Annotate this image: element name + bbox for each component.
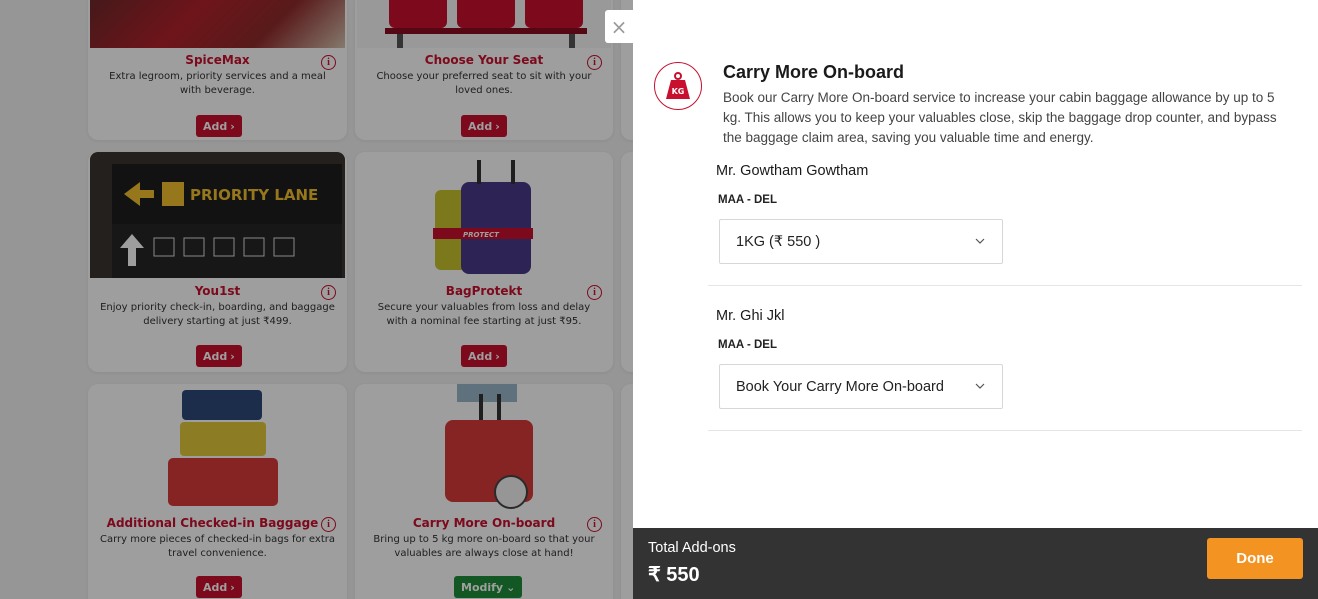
route-label: MAA - DEL bbox=[718, 194, 777, 206]
carry-more-panel: KG Carry More On-board Book our Carry Mo… bbox=[633, 0, 1318, 599]
passenger-name: Mr. Ghi Jkl bbox=[716, 308, 785, 324]
modal-backdrop[interactable] bbox=[0, 0, 633, 599]
total-addons-label: Total Add-ons bbox=[648, 540, 736, 556]
select-value: 1KG (₹ 550 ) bbox=[736, 233, 821, 250]
carry-more-select[interactable]: Book Your Carry More On-board bbox=[719, 364, 1003, 409]
divider bbox=[708, 285, 1302, 286]
done-button[interactable]: Done bbox=[1207, 538, 1303, 579]
chevron-down-icon bbox=[975, 383, 985, 389]
panel-title: Carry More On-board bbox=[723, 62, 905, 82]
chevron-down-icon bbox=[975, 238, 985, 244]
select-value: Book Your Carry More On-board bbox=[736, 378, 944, 395]
carry-more-select[interactable]: 1KG (₹ 550 ) bbox=[719, 219, 1003, 264]
weight-kg-icon: KG bbox=[654, 62, 702, 110]
panel-description: Book our Carry More On-board service to … bbox=[723, 90, 1277, 145]
passenger-name: Mr. Gowtham Gowtham bbox=[716, 163, 869, 179]
total-addons-footer: Total Add-ons ₹ 550 Done bbox=[633, 528, 1318, 599]
close-icon: × bbox=[610, 14, 628, 39]
divider bbox=[708, 430, 1302, 431]
route-label: MAA - DEL bbox=[718, 339, 777, 351]
close-button[interactable]: × bbox=[605, 10, 633, 43]
total-addons-value: ₹ 550 bbox=[648, 564, 700, 586]
svg-text:KG: KG bbox=[672, 87, 685, 96]
